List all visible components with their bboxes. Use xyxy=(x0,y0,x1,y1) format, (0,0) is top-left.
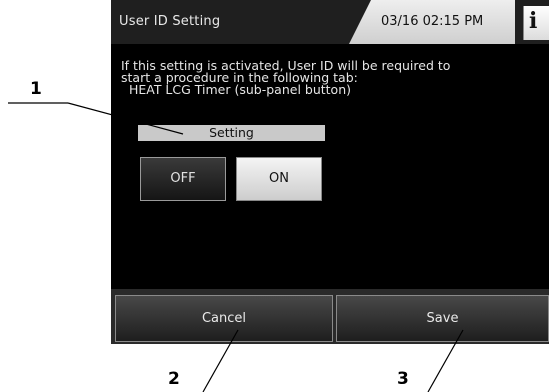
callout-2-number: 2 xyxy=(168,369,180,389)
callout-2-leader xyxy=(202,329,239,392)
callout-3-leader xyxy=(427,329,464,392)
callout-1-number: 1 xyxy=(30,79,42,99)
callout-3-number: 3 xyxy=(397,369,409,389)
callout-1-leader xyxy=(67,102,184,135)
callout-leaders xyxy=(8,102,464,392)
